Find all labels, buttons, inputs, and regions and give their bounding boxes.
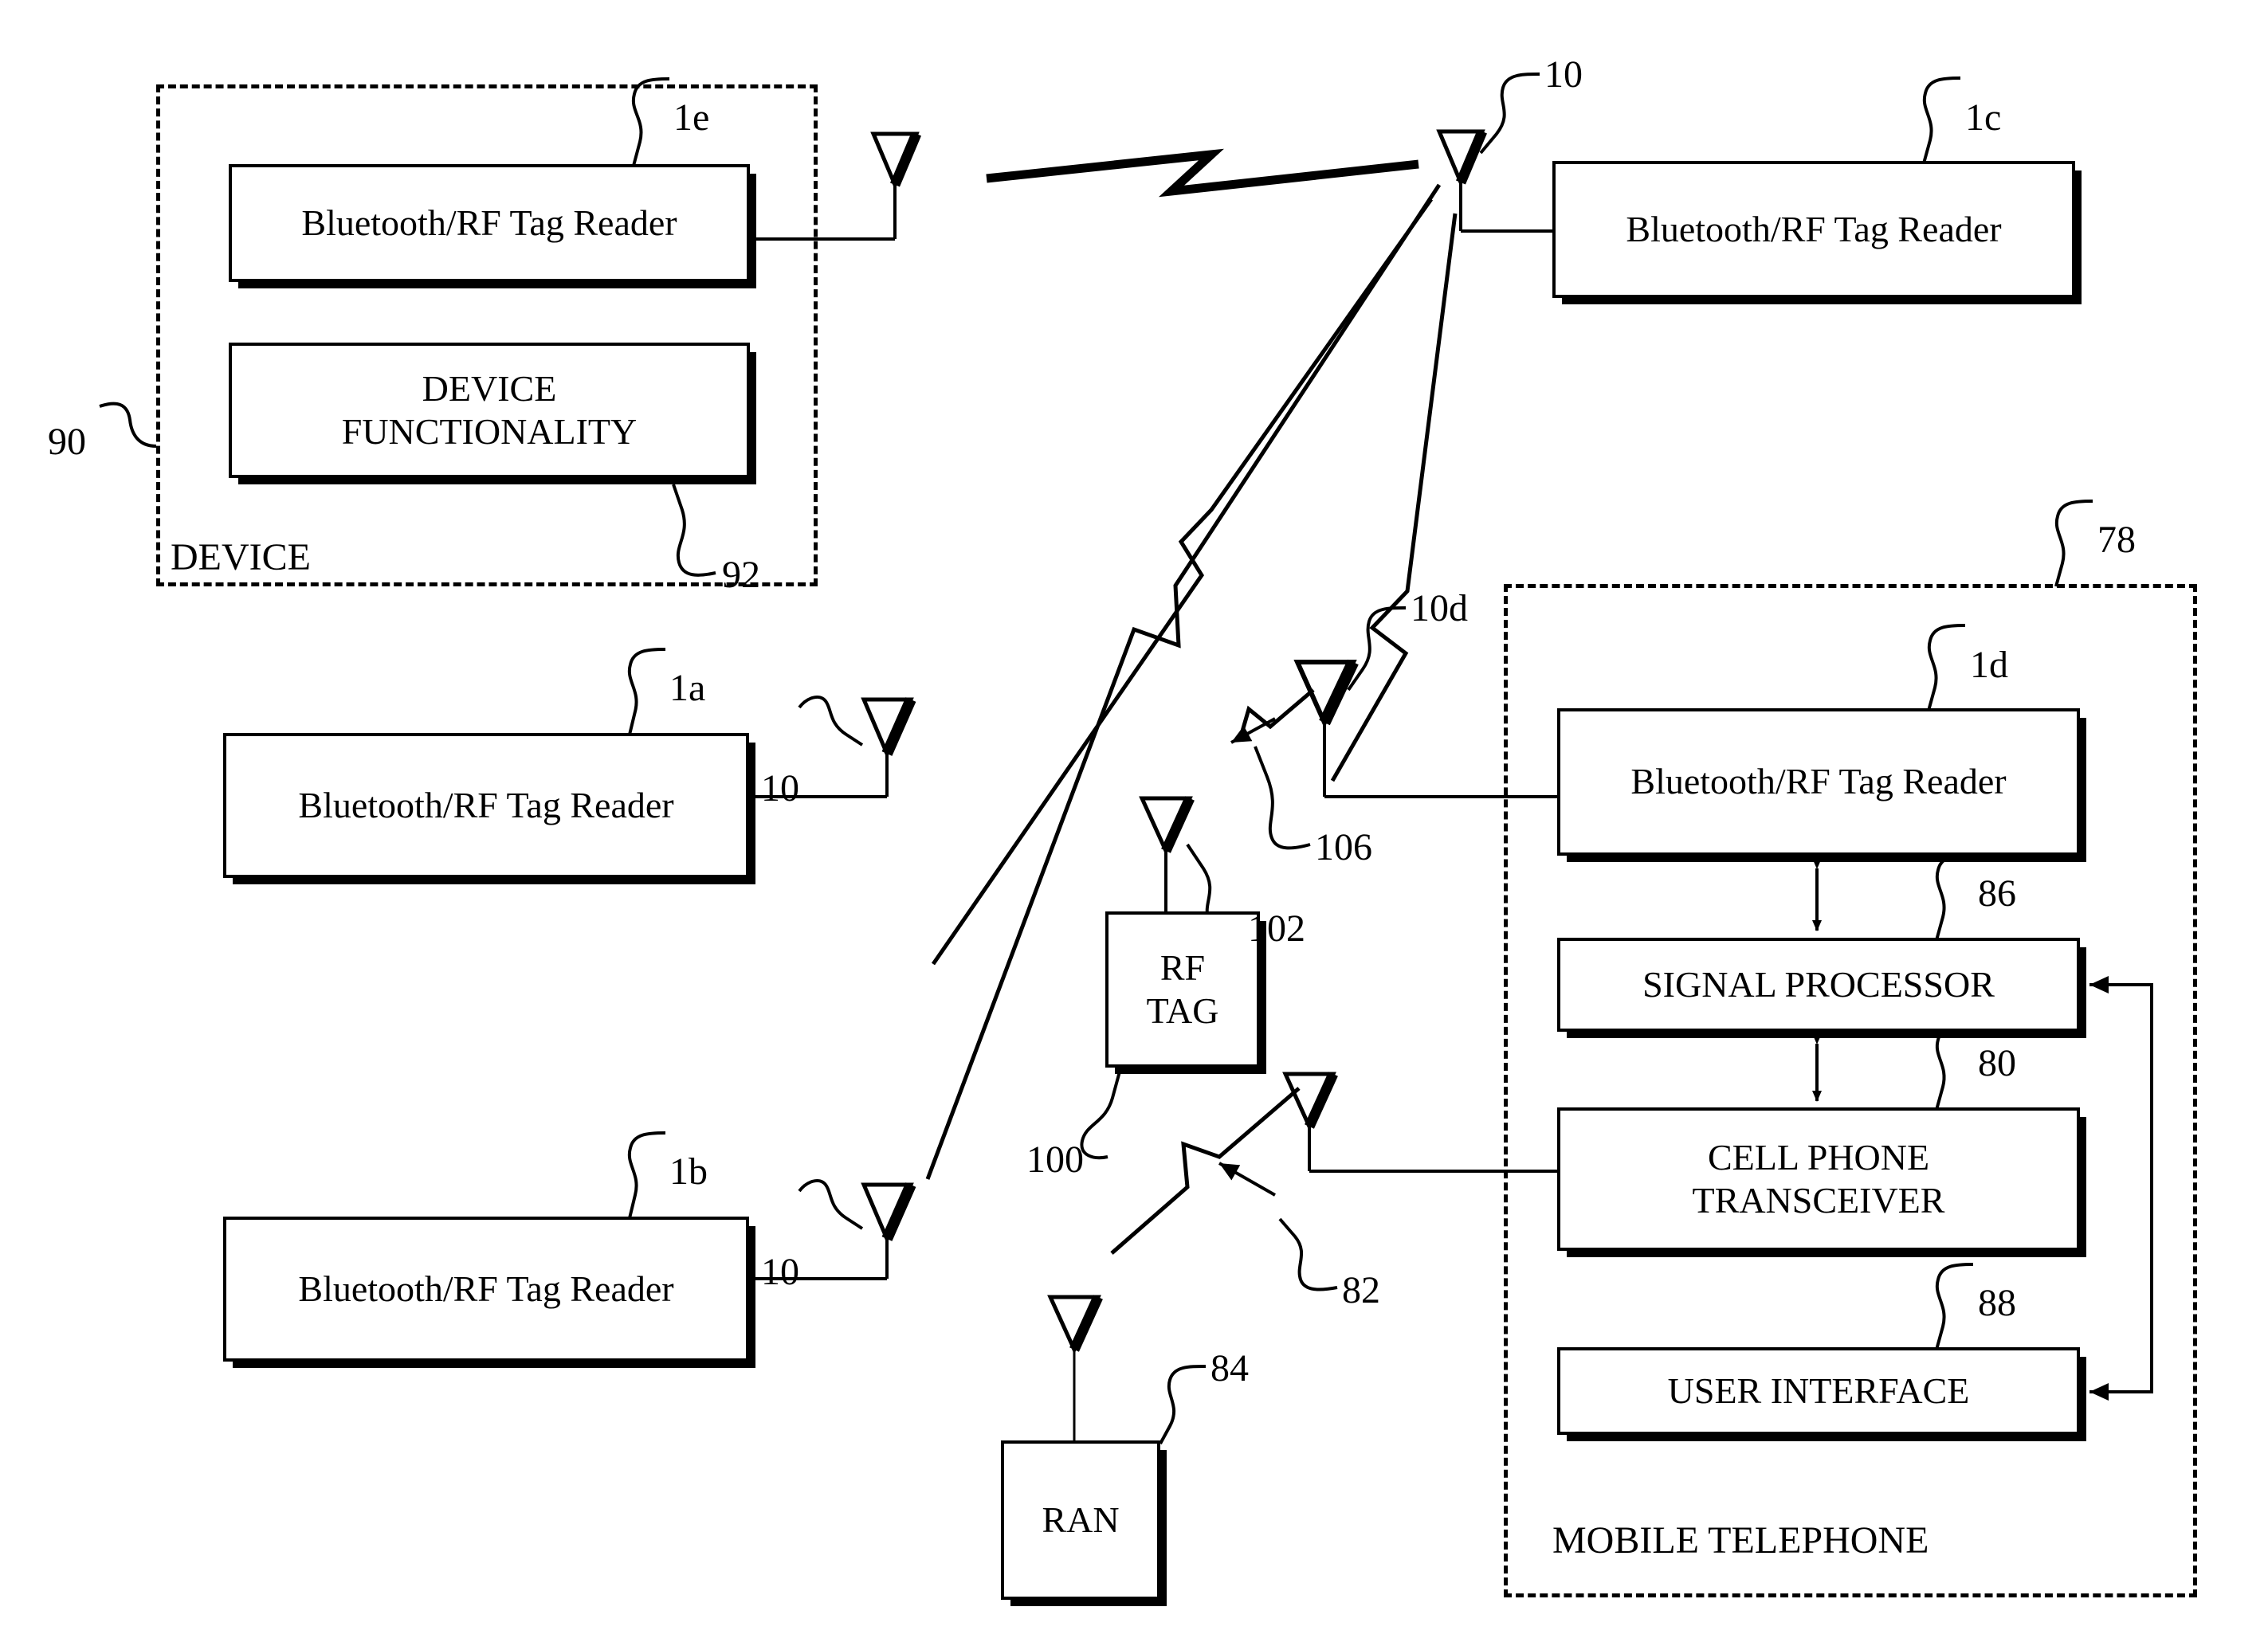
block-reader-1b: Bluetooth/RF Tag Reader	[223, 1217, 749, 1362]
leader-106	[1254, 746, 1311, 850]
cell-transceiver-line2: TRANSCEIVER	[1692, 1180, 1945, 1221]
antenna-icon-1b	[861, 1182, 916, 1279]
ref-92: 92	[722, 554, 760, 596]
ref-100: 100	[1026, 1138, 1084, 1181]
leader-1b	[627, 1131, 666, 1219]
block-ran-label: RAN	[1042, 1499, 1120, 1540]
antenna-icon-102	[1139, 796, 1195, 911]
antenna-icon-10d	[1293, 659, 1359, 797]
ref-82: 82	[1342, 1269, 1380, 1311]
ref-10d: 10d	[1411, 587, 1468, 629]
rf-link-hub-mobile	[1330, 213, 1458, 782]
rf-link-ran-cell	[1110, 1087, 1301, 1255]
block-signal-processor-label: SIGNAL PROCESSOR	[1642, 963, 1995, 1005]
leader-1a	[627, 648, 666, 735]
ref-78: 78	[2097, 519, 2136, 561]
antenna-icon-cell	[1282, 1072, 1338, 1171]
block-user-interface: USER INTERFACE	[1557, 1347, 2080, 1435]
rf-tag-line2: TAG	[1146, 990, 1219, 1031]
block-reader-1d-label: Bluetooth/RF Tag Reader	[1630, 761, 2007, 802]
leader-10-hub	[1479, 73, 1540, 155]
block-rf-tag: RF TAG	[1105, 911, 1260, 1068]
block-user-interface-label: USER INTERFACE	[1667, 1370, 1970, 1411]
rf-tag-line1: RF	[1160, 946, 1206, 988]
cell-transceiver-line1: CELL PHONE	[1707, 1136, 1930, 1178]
patent-figure: DEVICE Bluetooth/RF Tag Reader DEVICE FU…	[0, 0, 2268, 1646]
device-functionality-line2: FUNCTIONALITY	[341, 411, 638, 452]
antenna-icon-ran	[1047, 1295, 1103, 1440]
leader-10-1a	[798, 695, 864, 747]
block-signal-processor: SIGNAL PROCESSOR	[1557, 938, 2080, 1032]
ref-1d: 1d	[1970, 644, 2008, 686]
ref-102: 102	[1248, 907, 1305, 950]
ref-1c: 1c	[1965, 96, 2002, 139]
arrow-106	[1230, 717, 1276, 744]
ref-86: 86	[1978, 872, 2016, 915]
block-reader-1a-label: Bluetooth/RF Tag Reader	[298, 784, 674, 825]
block-reader-1c-label: Bluetooth/RF Tag Reader	[1626, 208, 2002, 249]
ref-1a: 1a	[669, 667, 706, 709]
device-enclosure-title: DEVICE	[171, 536, 311, 578]
ref-80: 80	[1978, 1042, 2016, 1084]
block-cell-phone-transceiver: CELL PHONE TRANSCEIVER	[1557, 1107, 2080, 1251]
device-enclosure	[156, 84, 818, 586]
device-functionality-line1: DEVICE	[422, 367, 557, 409]
block-reader-1d: Bluetooth/RF Tag Reader	[1557, 708, 2080, 856]
ref-10-1b: 10	[761, 1251, 799, 1293]
ref-1b: 1b	[669, 1150, 708, 1193]
block-reader-1a: Bluetooth/RF Tag Reader	[223, 733, 749, 878]
mobile-enclosure-title: MOBILE TELEPHONE	[1552, 1519, 1929, 1562]
leader-78	[2054, 500, 2093, 587]
leader-90	[99, 402, 157, 448]
leader-10-1b	[798, 1178, 864, 1230]
block-reader-1b-label: Bluetooth/RF Tag Reader	[298, 1268, 674, 1309]
ref-88: 88	[1978, 1282, 2016, 1324]
block-reader-1e: Bluetooth/RF Tag Reader	[229, 164, 750, 282]
block-reader-1c: Bluetooth/RF Tag Reader	[1552, 161, 2075, 298]
ref-90: 90	[48, 421, 86, 463]
block-device-functionality: DEVICE FUNCTIONALITY	[229, 343, 750, 478]
rf-link-device-hub	[986, 148, 1419, 198]
block-reader-1e-label: Bluetooth/RF Tag Reader	[301, 202, 677, 243]
leader-84	[1159, 1365, 1207, 1444]
ref-84: 84	[1211, 1347, 1249, 1389]
leader-82	[1278, 1217, 1338, 1291]
leader-100	[1080, 1071, 1121, 1160]
leader-10d	[1347, 606, 1407, 692]
leader-1c	[1922, 76, 1961, 164]
antenna-icon-1a	[861, 697, 916, 797]
antenna-icon-device	[870, 131, 921, 239]
antenna-icon-hub	[1436, 129, 1487, 231]
rf-link-106-zigzag	[1238, 688, 1315, 740]
ref-106: 106	[1315, 826, 1372, 868]
arrow-82	[1218, 1162, 1276, 1197]
ref-10-hub: 10	[1544, 53, 1583, 96]
ref-1e: 1e	[673, 96, 710, 139]
block-ran: RAN	[1001, 1440, 1160, 1600]
ref-10-1a: 10	[761, 767, 799, 809]
